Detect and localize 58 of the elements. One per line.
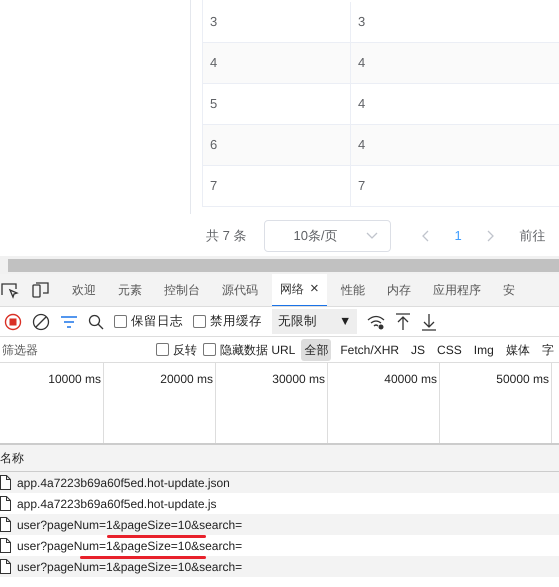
type-filter[interactable]: Fetch/XHR bbox=[337, 338, 402, 360]
page-size-select[interactable]: 10条/页 bbox=[264, 220, 392, 252]
file-icon bbox=[0, 538, 11, 553]
table-cell: 5 bbox=[203, 84, 351, 124]
search-icon[interactable] bbox=[88, 314, 104, 330]
jump-label: 前往 bbox=[520, 227, 546, 246]
table-cell-text: 4 bbox=[357, 95, 366, 114]
panel-tab[interactable]: 安 bbox=[494, 274, 523, 306]
table-cell-text: 3 bbox=[357, 13, 366, 32]
type-filter[interactable]: 全部 bbox=[301, 338, 332, 360]
request-name[interactable]: user?pageNum=1&pageSize=10&search= bbox=[17, 536, 242, 554]
filter-icon[interactable] bbox=[60, 314, 78, 328]
time-tick: 40000 ms bbox=[384, 372, 437, 386]
time-tick: 10000 ms bbox=[48, 372, 101, 386]
record-icon[interactable] bbox=[4, 312, 22, 330]
panel-tab[interactable]: 性能 bbox=[332, 274, 373, 306]
checkbox-label: 反转 bbox=[173, 342, 197, 358]
panel-tab[interactable]: 网络 × bbox=[272, 274, 327, 306]
time-tick: 50000 ms bbox=[496, 372, 549, 386]
type-filter[interactable]: CSS bbox=[434, 338, 465, 360]
file-icon bbox=[0, 496, 11, 511]
table-cell: 4 bbox=[203, 43, 351, 83]
table-cell: 3 bbox=[203, 2, 351, 42]
download-icon[interactable] bbox=[421, 312, 438, 330]
scrollbar-thumb[interactable] bbox=[8, 259, 559, 272]
upload-icon[interactable] bbox=[395, 312, 412, 330]
chevron-down-icon bbox=[366, 232, 378, 240]
type-filter[interactable]: 字 bbox=[538, 338, 557, 360]
type-filter[interactable]: Img bbox=[470, 338, 497, 360]
checkbox-label: 隐藏数据 URL bbox=[220, 342, 296, 358]
panel-tab[interactable]: 源代码 bbox=[214, 274, 266, 306]
clear-icon[interactable] bbox=[32, 312, 50, 330]
panel-tab[interactable]: 元素 bbox=[110, 274, 150, 306]
time-tick: 20000 ms bbox=[160, 372, 213, 386]
table-cell-text: 4 bbox=[357, 54, 366, 72]
panel-tab[interactable]: 欢迎 bbox=[64, 274, 104, 306]
checkbox-label: 禁用缓存 bbox=[210, 313, 262, 330]
throttle-select[interactable]: 无限制 ▼ bbox=[272, 309, 358, 334]
checkbox[interactable] bbox=[156, 343, 169, 356]
checkbox-label: 保留日志 bbox=[131, 313, 183, 330]
table-cell: 7 bbox=[203, 166, 351, 206]
panel-tab[interactable]: 内存 bbox=[378, 274, 419, 306]
request-name[interactable]: app.4a7223b69a60f5ed.hot-update.js bbox=[17, 494, 217, 512]
checkbox[interactable] bbox=[203, 343, 216, 356]
checkbox[interactable] bbox=[114, 315, 127, 328]
type-filter[interactable]: JS bbox=[408, 338, 428, 360]
column-header: 名称 bbox=[0, 450, 24, 467]
total-count: 共 7 条 bbox=[206, 227, 246, 246]
panel-tab[interactable]: 控制台 bbox=[156, 274, 208, 306]
inspect-icon[interactable] bbox=[0, 281, 20, 299]
device-icon[interactable] bbox=[30, 281, 50, 299]
table-cell-text: 4 bbox=[357, 136, 366, 154]
panel-tab[interactable]: 应用程序 bbox=[424, 274, 489, 306]
time-tick: 30000 ms bbox=[272, 372, 325, 386]
checkbox[interactable] bbox=[193, 315, 206, 328]
table-cell-text: 7 bbox=[357, 177, 366, 196]
table-cell: 6 bbox=[203, 125, 351, 165]
type-filter[interactable]: 媒体 bbox=[502, 338, 533, 360]
